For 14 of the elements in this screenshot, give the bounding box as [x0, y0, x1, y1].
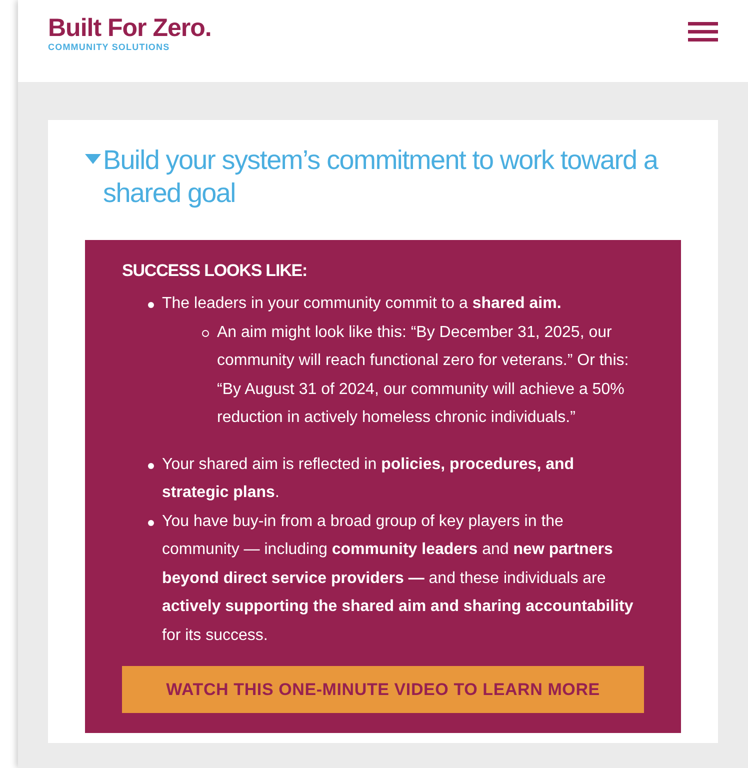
panel-heading: SUCCESS LOOKS LIKE: — [122, 260, 308, 282]
section-title[interactable]: Build your system’s commitment to work toward a shared goal — [103, 144, 681, 210]
bullet-icon — [148, 302, 154, 308]
list-item-text: Your shared aim is reflected in policies, procedures, and strategic plans. — [162, 454, 576, 503]
bullet-icon — [148, 462, 154, 468]
bullet-icon — [202, 330, 209, 336]
logo-subtitle: COMMUNITY SOLUTIONS — [48, 42, 171, 52]
list-item-text: The leaders in your community commit to a shared aim. — [162, 294, 562, 314]
list-item-text: You have buy-in from a broad group of key players in the community — including community leaders and new partners beyond direct service providers — and these individuals are actively supporting the shared aim and sharing accountability for its success. — [162, 512, 634, 646]
logo-title[interactable]: Built For Zero. — [48, 14, 212, 42]
menu-icon[interactable] — [688, 22, 718, 42]
bullet-icon — [148, 520, 154, 526]
list-item-text: An aim might look like this: “By December 31, 2025, our community will reach functional zero for veterans.” Or this: “By August 31 of 2024, our community will achieve a 50% reduction in actively homeless chronic individuals.” — [217, 322, 630, 428]
watch-video-button[interactable]: WATCH THIS ONE-MINUTE VIDEO TO LEARN MORE — [122, 666, 644, 713]
